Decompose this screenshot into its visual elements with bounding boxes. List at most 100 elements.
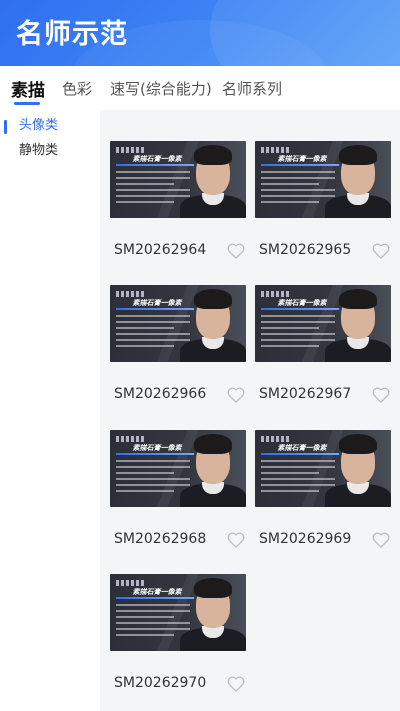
artwork-thumbnail[interactable]: 素描石膏一像素 — [255, 141, 391, 218]
sidebar-item-portrait[interactable]: 头像类 — [0, 113, 100, 139]
sidebar: 头像类 静物类 — [0, 110, 100, 711]
portrait-hair — [194, 289, 232, 309]
tab-master-series[interactable]: 名师系列 — [222, 78, 282, 99]
thumbnail-text-line — [261, 472, 319, 474]
tab-color[interactable]: 色彩 — [62, 78, 92, 99]
thumbnail-banner-underline — [116, 453, 194, 455]
artwork-grid: 素描石膏一像素 SM20262964 素描石膏一像素 SM20262965 素描石膏一像… — [100, 110, 400, 711]
thumbnail-text-line — [116, 628, 190, 630]
thumbnail-text-line — [116, 610, 190, 612]
thumbnail-text-line — [116, 490, 174, 492]
thumbnail-text-line — [261, 333, 335, 335]
active-indicator — [4, 120, 7, 134]
thumbnail-banner: 素描石膏一像素 — [132, 444, 182, 452]
artwork-thumbnail[interactable]: 素描石膏一像素 — [255, 285, 391, 362]
tab-quick-sketch[interactable]: 速写(综合能力) — [110, 78, 212, 99]
thumbnail-text-line — [116, 604, 190, 606]
heart-outline-icon[interactable] — [371, 530, 391, 550]
artwork-card[interactable]: 素描石膏一像素 SM20262970 — [110, 574, 246, 710]
thumbnail-logo — [261, 291, 291, 297]
artwork-code: SM20262970 — [114, 675, 207, 691]
artwork-card[interactable]: 素描石膏一像素 SM20262966 — [110, 285, 246, 421]
artwork-card[interactable]: 素描石膏一像素 SM20262965 — [255, 141, 391, 277]
thumbnail-banner: 素描石膏一像素 — [277, 155, 327, 163]
artwork-thumbnail[interactable]: 素描石膏一像素 — [110, 141, 246, 218]
thumbnail-text-line — [116, 466, 190, 468]
thumbnail-banner-underline — [116, 308, 194, 310]
artwork-thumbnail[interactable]: 素描石膏一像素 — [255, 430, 391, 507]
thumbnail-text-line — [116, 622, 190, 624]
thumbnail-text-line — [116, 171, 190, 173]
thumbnail-banner-underline — [261, 453, 339, 455]
artwork-thumbnail[interactable]: 素描石膏一像素 — [110, 285, 246, 362]
heart-outline-icon — [227, 243, 245, 259]
page-title: 名师示范 — [16, 19, 128, 50]
artwork-code: SM20262968 — [114, 531, 207, 547]
tab-sketch[interactable]: 素描 — [11, 76, 45, 101]
thumbnail-text-line — [261, 321, 335, 323]
thumbnail-text-line — [261, 189, 335, 191]
category-tabs: 素描 色彩 速写(综合能力) 名师系列 — [0, 66, 400, 110]
heart-outline-icon[interactable] — [371, 241, 391, 261]
heart-outline-icon — [372, 243, 390, 259]
thumbnail-logo — [116, 436, 146, 442]
thumbnail-text-line — [261, 171, 335, 173]
sidebar-item-still-life[interactable]: 静物类 — [0, 138, 100, 164]
thumbnail-text-line — [261, 460, 335, 462]
thumbnail-text-line — [116, 183, 174, 185]
heart-outline-icon[interactable] — [226, 530, 246, 550]
thumbnail-text-line — [116, 195, 190, 197]
thumbnail-text-line — [116, 315, 190, 317]
artwork-card[interactable]: 素描石膏一像素 SM20262968 — [110, 430, 246, 566]
thumbnail-text-line — [261, 345, 319, 347]
thumbnail-text-line — [261, 484, 335, 486]
thumbnail-text-line — [261, 195, 335, 197]
artwork-code: SM20262965 — [259, 242, 352, 258]
thumbnail-text-line — [261, 490, 319, 492]
thumbnail-logo — [116, 580, 146, 586]
thumbnail-text-line — [261, 315, 335, 317]
thumbnail-text-line — [116, 333, 190, 335]
thumbnail-text-line — [116, 460, 190, 462]
artwork-thumbnail[interactable]: 素描石膏一像素 — [110, 574, 246, 651]
thumbnail-text-line — [261, 478, 335, 480]
thumbnail-banner-underline — [116, 597, 194, 599]
thumbnail-text-line — [261, 466, 335, 468]
artwork-card[interactable]: 素描石膏一像素 SM20262967 — [255, 285, 391, 421]
thumbnail-text-line — [116, 634, 174, 636]
portrait-hair — [194, 434, 232, 454]
thumbnail-banner-underline — [261, 164, 339, 166]
portrait-hair — [194, 145, 232, 165]
heart-outline-icon — [372, 387, 390, 403]
thumbnail-banner: 素描石膏一像素 — [132, 299, 182, 307]
thumbnail-banner: 素描石膏一像素 — [132, 588, 182, 596]
heart-outline-icon[interactable] — [226, 385, 246, 405]
thumbnail-logo — [261, 147, 291, 153]
thumbnail-text-line — [116, 339, 190, 341]
heart-outline-icon — [372, 532, 390, 548]
artwork-card[interactable]: 素描石膏一像素 SM20262964 — [110, 141, 246, 277]
sidebar-item-label: 头像类 — [19, 118, 59, 133]
thumbnail-banner-underline — [261, 308, 339, 310]
thumbnail-text-line — [261, 177, 335, 179]
artwork-card[interactable]: 素描石膏一像素 SM20262969 — [255, 430, 391, 566]
heart-outline-icon — [227, 387, 245, 403]
artwork-thumbnail[interactable]: 素描石膏一像素 — [110, 430, 246, 507]
thumbnail-text-line — [116, 177, 190, 179]
thumbnail-logo — [261, 436, 291, 442]
thumbnail-text-line — [116, 616, 174, 618]
thumbnail-text-line — [116, 321, 190, 323]
artwork-code: SM20262969 — [259, 531, 352, 547]
thumbnail-banner: 素描石膏一像素 — [277, 444, 327, 452]
thumbnail-text-line — [116, 478, 190, 480]
artwork-code: SM20262967 — [259, 386, 352, 402]
portrait-hair — [339, 145, 377, 165]
heart-outline-icon[interactable] — [371, 385, 391, 405]
heart-outline-icon[interactable] — [226, 674, 246, 694]
portrait-hair — [194, 578, 232, 598]
heart-outline-icon — [227, 532, 245, 548]
thumbnail-text-line — [116, 345, 174, 347]
heart-outline-icon[interactable] — [226, 241, 246, 261]
thumbnail-text-line — [261, 201, 319, 203]
thumbnail-text-line — [116, 472, 174, 474]
